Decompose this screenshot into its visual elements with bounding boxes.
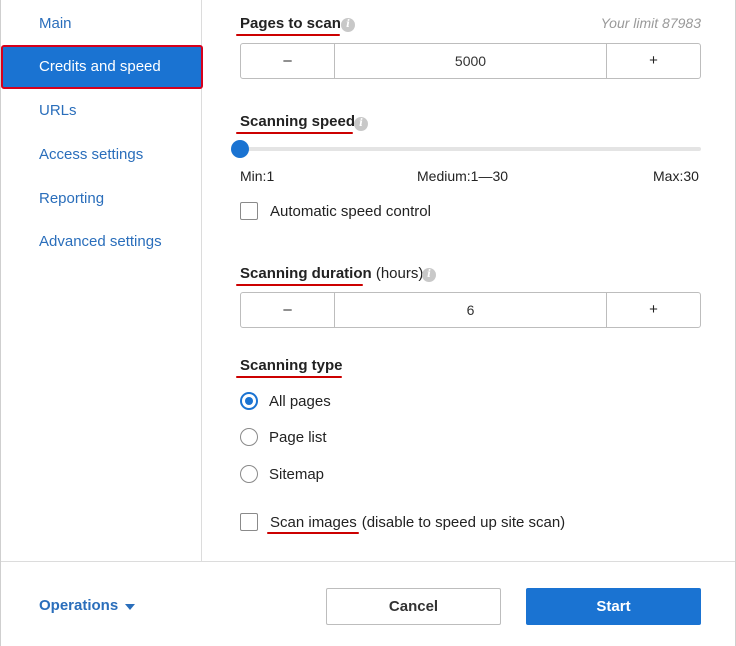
pages-to-scan-input[interactable]: 5000 bbox=[334, 44, 607, 78]
radio-button-checked[interactable] bbox=[240, 392, 258, 410]
pages-increment-button[interactable]: + bbox=[607, 44, 700, 78]
duration-increment-button[interactable]: + bbox=[607, 293, 700, 327]
info-icon[interactable]: i bbox=[341, 18, 355, 32]
scan-images-checkbox[interactable]: Scan images (disable to speed up site sc… bbox=[240, 513, 565, 531]
footer-bar: Operations Cancel Start bbox=[1, 561, 735, 646]
speed-medium-label: Medium:1—30 bbox=[417, 168, 509, 184]
annotation-underline bbox=[236, 132, 353, 134]
sidebar-item-main[interactable]: Main bbox=[1, 2, 202, 46]
sidebar-item-credits-and-speed[interactable]: Credits and speed bbox=[1, 45, 203, 89]
cancel-button[interactable]: Cancel bbox=[326, 588, 501, 625]
duration-decrement-button[interactable]: – bbox=[241, 293, 334, 327]
annotation-underline bbox=[236, 34, 340, 36]
automatic-speed-control-checkbox[interactable]: Automatic speed control bbox=[240, 202, 431, 220]
annotation-underline bbox=[236, 376, 342, 378]
sidebar-item-urls[interactable]: URLs bbox=[1, 89, 202, 133]
radio-all-pages-label: All pages bbox=[269, 392, 331, 410]
caret-down-icon bbox=[125, 603, 136, 610]
pages-decrement-button[interactable]: – bbox=[241, 44, 334, 78]
radio-sitemap-label: Sitemap bbox=[269, 465, 325, 483]
operations-dropdown[interactable]: Operations bbox=[39, 597, 136, 614]
pages-to-scan-stepper: – 5000 + bbox=[240, 43, 701, 79]
scanning-speed-title: Scanning speed bbox=[240, 113, 356, 130]
scanning-duration-title: Scanning duration (hours) bbox=[240, 265, 423, 282]
radio-sitemap[interactable]: Sitemap bbox=[240, 465, 324, 483]
settings-panel: Pages to scan i Your limit 87983 – 5000 … bbox=[203, 0, 735, 561]
radio-page-list-label: Page list bbox=[269, 428, 327, 446]
pages-to-scan-title: Pages to scan bbox=[240, 15, 341, 32]
scanning-speed-slider-thumb[interactable] bbox=[231, 140, 249, 158]
credit-limit-text: Your limit 87983 bbox=[600, 15, 701, 31]
sidebar: Main Credits and speed URLs Access setti… bbox=[1, 0, 203, 561]
operations-label: Operations bbox=[39, 597, 119, 614]
radio-all-pages[interactable]: All pages bbox=[240, 392, 331, 410]
sidebar-item-reporting[interactable]: Reporting bbox=[1, 177, 202, 221]
scanning-duration-title-text: Scanning duration bbox=[240, 265, 372, 282]
scan-images-label: Scan images bbox=[270, 513, 357, 531]
checkbox-box[interactable] bbox=[240, 513, 258, 531]
annotation-underline bbox=[267, 532, 359, 534]
checkbox-box[interactable] bbox=[240, 202, 258, 220]
automatic-speed-control-label: Automatic speed control bbox=[270, 202, 431, 220]
scanning-speed-slider-track[interactable] bbox=[240, 147, 701, 151]
sidebar-item-advanced-settings[interactable]: Advanced settings bbox=[1, 220, 202, 264]
radio-button[interactable] bbox=[240, 465, 258, 483]
speed-max-label: Max:30 bbox=[653, 168, 699, 184]
info-icon[interactable]: i bbox=[422, 268, 436, 282]
scanning-duration-input[interactable]: 6 bbox=[334, 293, 607, 327]
radio-button[interactable] bbox=[240, 428, 258, 446]
start-button[interactable]: Start bbox=[526, 588, 701, 625]
annotation-underline bbox=[236, 284, 363, 286]
info-icon[interactable]: i bbox=[354, 117, 368, 131]
scanning-duration-unit: (hours) bbox=[375, 265, 424, 282]
radio-page-list[interactable]: Page list bbox=[240, 428, 327, 446]
scan-images-hint: (disable to speed up site scan) bbox=[361, 513, 566, 531]
scanning-duration-stepper: – 6 + bbox=[240, 292, 701, 328]
speed-min-label: Min:1 bbox=[240, 168, 275, 184]
sidebar-item-access-settings[interactable]: Access settings bbox=[1, 133, 202, 177]
scanning-type-title: Scanning type bbox=[240, 357, 343, 374]
